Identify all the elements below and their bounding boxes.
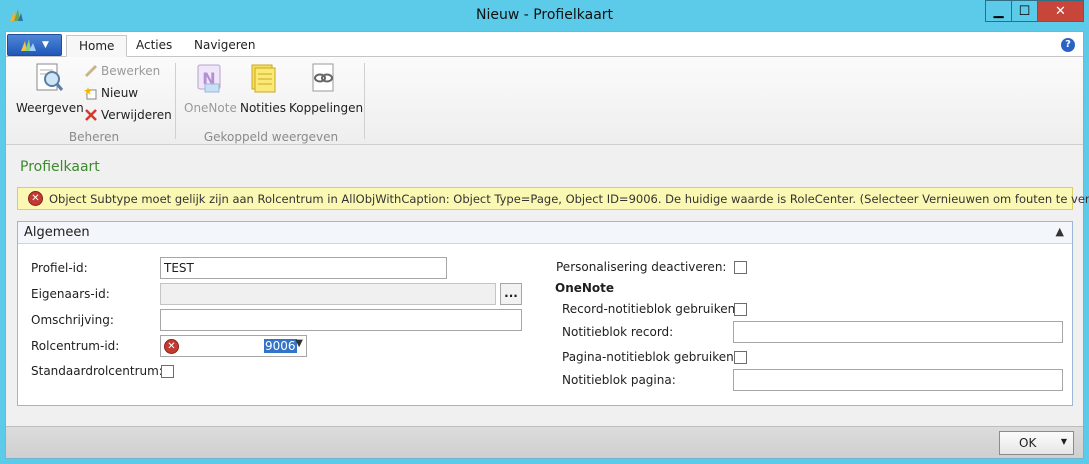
nieuw-button[interactable]: Nieuw (84, 84, 138, 102)
eigenaars-id-label: Eigenaars-id: (31, 287, 110, 301)
standaardrolcentrum-label: Standaardrolcentrum: (31, 364, 163, 378)
close-button[interactable]: ✕ (1037, 0, 1084, 22)
dialog-footer: OK ▼ (6, 426, 1083, 458)
notitieblok-record-label: Notitieblok record: (562, 325, 674, 339)
personalisering-label: Personalisering deactiveren: (556, 260, 727, 274)
field-error-icon: ✕ (164, 339, 179, 354)
fasttab-header[interactable]: Algemeen ▲ (18, 222, 1072, 244)
rolcentrum-id-value: 9006 (264, 339, 297, 353)
chevron-down-icon: ▼ (42, 40, 49, 50)
tab-acties[interactable]: Acties (124, 35, 184, 57)
pagina-notitieblok-label: Pagina-notitieblok gebruiken: (562, 350, 738, 364)
eigenaars-id-lookup-button[interactable]: ... (500, 283, 522, 305)
rolcentrum-id-combobox[interactable]: ✕ 9006 ▼ (160, 335, 307, 357)
fasttab-algemeen: Algemeen ▲ Profiel-id: TEST Eigenaars-id… (17, 221, 1073, 406)
client-area: ▼ Home Acties Navigeren ? Weergeven Bewe… (5, 31, 1089, 459)
tab-navigeren[interactable]: Navigeren (182, 35, 267, 57)
error-icon: ✕ (28, 191, 43, 206)
record-notitieblok-label: Record-notitieblok gebruiken: (562, 302, 740, 316)
bewerken-button[interactable]: Bewerken (84, 62, 160, 80)
ribbon-tabs: ▼ Home Acties Navigeren ? (6, 32, 1083, 57)
group-separator (175, 63, 176, 139)
error-message: Object Subtype moet gelijk zijn aan Rolc… (49, 191, 1089, 206)
new-star-icon (84, 87, 97, 100)
verwijderen-label: Verwijderen (101, 108, 172, 122)
user-info-area (751, 35, 1056, 54)
omschrijving-input[interactable] (160, 309, 522, 331)
personalisering-checkbox[interactable] (734, 261, 747, 274)
chevron-down-icon[interactable]: ▼ (295, 338, 303, 349)
weergeven-label: Weergeven (16, 101, 84, 115)
koppelingen-button[interactable]: Koppelingen (289, 61, 363, 115)
pagina-notitieblok-checkbox[interactable] (734, 351, 747, 364)
profiel-id-label: Profiel-id: (31, 261, 88, 275)
pencil-icon (84, 64, 98, 78)
fasttab-title: Algemeen (24, 225, 90, 240)
help-icon[interactable]: ? (1061, 38, 1075, 52)
link-chain-icon (312, 63, 334, 92)
tab-home[interactable]: Home (66, 35, 128, 57)
ribbon-body: Weergeven Bewerken Nieuw Verwijderen Beh… (6, 57, 1083, 145)
ok-button[interactable]: OK ▼ (999, 431, 1074, 455)
collapse-chevron-up-icon[interactable]: ▲ (1056, 225, 1064, 238)
notitieblok-pagina-label: Notitieblok pagina: (562, 373, 676, 387)
onenote-section-heading: OneNote (555, 281, 615, 295)
onenote-icon: N (197, 64, 221, 93)
onenote-button[interactable]: N OneNote (184, 61, 237, 115)
nieuw-label: Nieuw (101, 86, 139, 100)
dynamics-menu-icon (21, 39, 37, 51)
bewerken-label: Bewerken (101, 64, 161, 78)
notities-label: Notities (239, 101, 287, 115)
eigenaars-id-input[interactable] (160, 283, 496, 305)
record-notitieblok-checkbox[interactable] (734, 303, 747, 316)
minimize-button[interactable]: ▁ (985, 0, 1012, 22)
weergeven-button[interactable]: Weergeven (16, 61, 84, 115)
notitieblok-pagina-input[interactable] (733, 369, 1063, 391)
rolcentrum-id-label: Rolcentrum-id: (31, 339, 120, 353)
maximize-button[interactable]: ☐ (1011, 0, 1038, 22)
notes-icon (251, 64, 276, 93)
application-menu-button[interactable]: ▼ (7, 34, 62, 56)
onenote-label: OneNote (184, 101, 237, 115)
view-magnifier-icon (36, 63, 64, 91)
delete-x-icon (85, 109, 97, 121)
verwijderen-button[interactable]: Verwijderen (84, 106, 172, 124)
notitieblok-record-input[interactable] (733, 321, 1063, 343)
koppelingen-label: Koppelingen (289, 101, 364, 115)
profiel-id-input[interactable]: TEST (160, 257, 447, 279)
ok-label: OK (1019, 436, 1037, 450)
standaardrolcentrum-checkbox[interactable] (161, 365, 174, 378)
page-title: Profielkaart (20, 159, 100, 175)
group-label-gekoppeld: Gekoppeld weergeven (203, 130, 339, 144)
group-separator (364, 63, 365, 139)
notities-button[interactable]: Notities (239, 61, 287, 115)
group-label-beheren: Beheren (68, 130, 120, 144)
title-bar[interactable]: Nieuw - Profielkaart ▁ ☐ ✕ (0, 0, 1089, 31)
error-notification-bar: ✕ Object Subtype moet gelijk zijn aan Ro… (17, 187, 1089, 210)
chevron-down-icon[interactable]: ▼ (1061, 437, 1067, 446)
window-title: Nieuw - Profielkaart (475, 7, 614, 23)
application-window: Nieuw - Profielkaart ▁ ☐ ✕ ▼ Home Acties… (0, 0, 1089, 464)
omschrijving-label: Omschrijving: (31, 313, 114, 327)
